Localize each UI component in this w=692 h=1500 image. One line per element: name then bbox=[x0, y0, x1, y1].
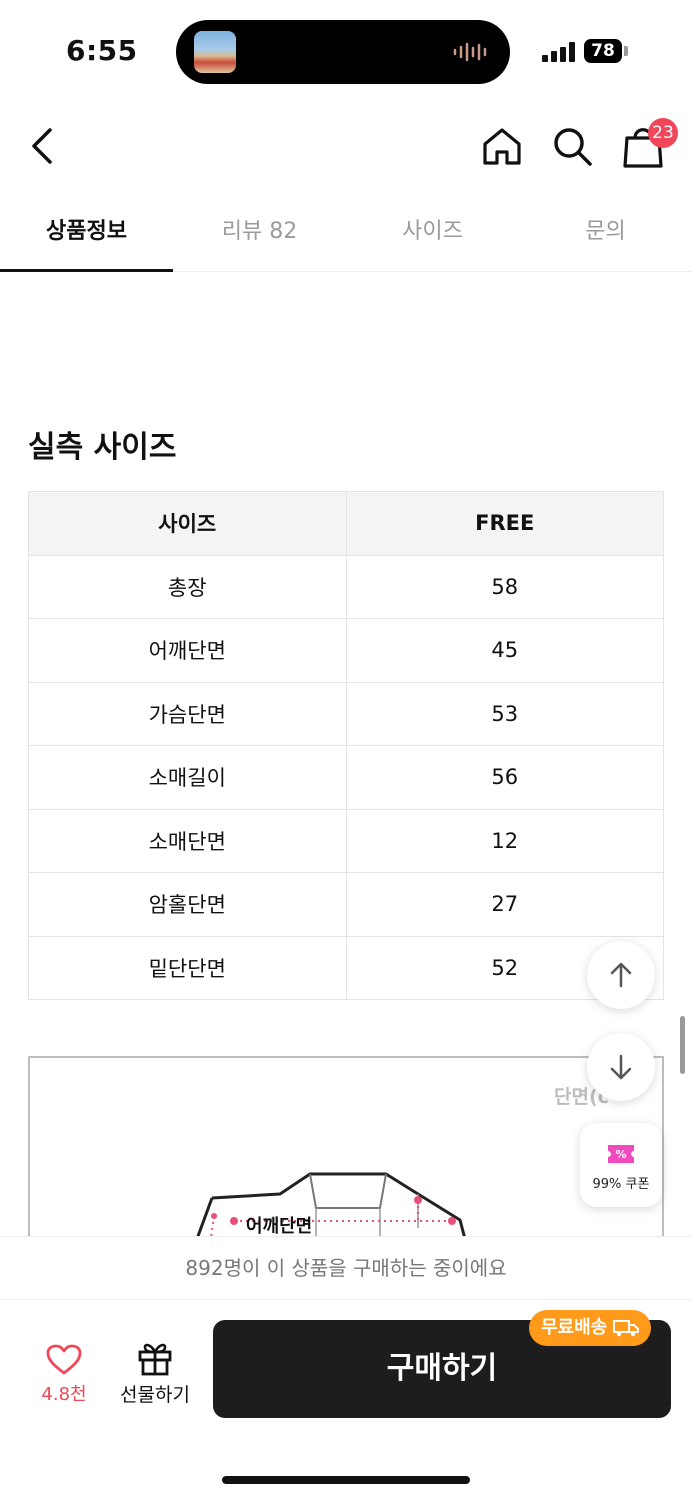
home-indicator[interactable] bbox=[222, 1476, 470, 1484]
like-count: 4.8천 bbox=[41, 1384, 87, 1405]
buying-notice: 892명이 이 상품을 구매하는 중이에요 bbox=[0, 1236, 692, 1300]
row-label: 가슴단면 bbox=[28, 681, 347, 746]
svg-text:%: % bbox=[615, 1148, 626, 1161]
row-value: 56 bbox=[345, 745, 664, 810]
tab-product-info[interactable]: 상품정보 bbox=[0, 192, 173, 272]
back-arrow-icon[interactable] bbox=[22, 124, 62, 168]
table-header-free: FREE bbox=[345, 491, 664, 556]
size-diagram: 단면(c 어깨단면 bbox=[28, 1056, 664, 1256]
truck-icon bbox=[613, 1320, 640, 1337]
row-label: 소매길이 bbox=[28, 745, 347, 810]
row-value: 53 bbox=[345, 681, 664, 746]
product-tabs: 상품정보 리뷰 82 사이즈 문의 bbox=[0, 192, 692, 272]
row-label: 어깨단면 bbox=[28, 618, 347, 683]
cart-count-badge: 23 bbox=[648, 118, 678, 148]
section-title: 실측 사이즈 bbox=[28, 430, 177, 465]
gift-icon bbox=[138, 1343, 172, 1376]
row-value: 45 bbox=[345, 618, 664, 683]
now-playing-thumbnail bbox=[194, 31, 236, 73]
audio-waveform-icon bbox=[453, 42, 487, 62]
coupon-label: 99% 쿠폰 bbox=[592, 1177, 650, 1192]
arrow-down-icon bbox=[610, 1054, 632, 1080]
bottom-action-bar: 4.8천 선물하기 구매하기 무료배송 bbox=[0, 1300, 692, 1500]
row-label: 밑단단면 bbox=[28, 935, 347, 1000]
cellular-signal-icon bbox=[542, 42, 575, 62]
scroll-to-top-button[interactable] bbox=[587, 941, 655, 1009]
table-row: 가슴단면 53 bbox=[28, 681, 664, 746]
tab-inquiry[interactable]: 문의 bbox=[519, 192, 692, 271]
table-row: 소매길이 56 bbox=[28, 745, 664, 810]
row-label: 소매단면 bbox=[28, 808, 347, 873]
scrollbar-thumb[interactable] bbox=[680, 1016, 685, 1074]
table-row: 암홀단면 27 bbox=[28, 872, 664, 937]
coupon-button[interactable]: % 99% 쿠폰 bbox=[580, 1123, 662, 1207]
table-row: 소매단면 12 bbox=[28, 808, 664, 873]
table-header-size: 사이즈 bbox=[28, 491, 347, 556]
table-header-row: 사이즈 FREE bbox=[28, 491, 664, 556]
tab-reviews[interactable]: 리뷰 82 bbox=[173, 192, 346, 271]
home-icon[interactable] bbox=[480, 124, 524, 168]
status-bar: 6:55 78 bbox=[0, 0, 692, 100]
gift-button[interactable]: 선물하기 bbox=[112, 1338, 198, 1407]
table-row: 밑단단면 52 bbox=[28, 935, 664, 1000]
free-shipping-badge: 무료배송 bbox=[529, 1310, 652, 1346]
status-time: 6:55 bbox=[66, 34, 138, 67]
battery-cap bbox=[624, 46, 628, 56]
table-row: 총장 58 bbox=[28, 554, 664, 619]
scroll-to-bottom-button[interactable] bbox=[587, 1033, 655, 1101]
diagram-shoulder-label: 어깨단면 bbox=[246, 1216, 313, 1237]
table-row: 어깨단면 45 bbox=[28, 618, 664, 683]
search-icon[interactable] bbox=[550, 124, 594, 168]
top-navigation: 23 bbox=[0, 100, 692, 192]
arrow-up-icon bbox=[610, 962, 632, 988]
row-label: 암홀단면 bbox=[28, 872, 347, 937]
row-value: 12 bbox=[345, 808, 664, 873]
tab-size[interactable]: 사이즈 bbox=[346, 192, 519, 271]
size-table: 사이즈 FREE 총장 58 어깨단면 45 가슴단면 53 소매길이 56 소… bbox=[28, 491, 664, 1000]
row-label: 총장 bbox=[28, 554, 347, 619]
heart-icon bbox=[46, 1344, 82, 1375]
coupon-ticket-icon: % bbox=[608, 1145, 634, 1163]
like-button[interactable]: 4.8천 bbox=[22, 1340, 106, 1406]
garment-sketch bbox=[189, 1172, 472, 1256]
battery-indicator: 78 bbox=[584, 39, 622, 63]
free-shipping-label: 무료배송 bbox=[541, 1317, 608, 1338]
row-value: 58 bbox=[345, 554, 664, 619]
gift-label: 선물하기 bbox=[120, 1384, 190, 1406]
dynamic-island[interactable] bbox=[176, 20, 510, 84]
row-value: 27 bbox=[345, 872, 664, 937]
